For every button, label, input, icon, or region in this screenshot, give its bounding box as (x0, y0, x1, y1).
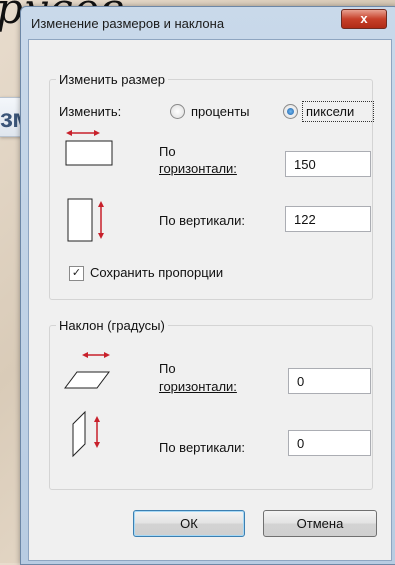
keep-proportions-checkbox[interactable]: ✓ (69, 266, 84, 281)
resize-horizontal-input[interactable]: 150 (285, 151, 371, 177)
skew-vertical-icon (72, 410, 100, 458)
resize-vertical-label: По вертикали: (159, 213, 245, 228)
resize-mode-label: Изменить: (59, 104, 122, 119)
resize-group-legend: Изменить размер (59, 72, 165, 87)
close-button[interactable]: x (341, 9, 387, 29)
resize-horizontal-label-2: горизонтали: (159, 161, 237, 176)
ok-button[interactable]: ОК (133, 510, 245, 537)
skew-vertical-label: По вертикали: (159, 440, 245, 455)
resize-horizontal-icon (65, 130, 113, 166)
radio-pixels[interactable] (283, 104, 298, 119)
dialog-title: Изменение размеров и наклона (31, 16, 225, 31)
keep-proportions-label[interactable]: Сохранить пропорции (90, 265, 223, 280)
close-icon: x (360, 11, 368, 26)
skew-horizontal-label-1: По (159, 361, 176, 376)
skew-horizontal-icon (64, 352, 110, 389)
title-bar[interactable]: Изменение размеров и наклона x (21, 7, 395, 39)
radio-percent-label[interactable]: проценты (191, 104, 250, 119)
resize-horizontal-label-1: По (159, 144, 176, 159)
resize-vertical-input[interactable]: 122 (285, 206, 371, 232)
skew-group: Наклон (градусы) (49, 318, 373, 490)
skew-group-legend: Наклон (градусы) (59, 318, 165, 333)
resize-skew-dialog: Изменение размеров и наклона x Изменить … (20, 6, 395, 565)
cancel-button[interactable]: Отмена (263, 510, 377, 537)
resize-vertical-icon (67, 198, 104, 242)
dialog-client-area: Изменить размер Изменить: проценты пиксе… (28, 39, 392, 561)
skew-vertical-input[interactable]: 0 (288, 430, 371, 456)
skew-horizontal-label-2: горизонтали: (159, 379, 237, 394)
radio-percent[interactable] (170, 104, 185, 119)
skew-horizontal-input[interactable]: 0 (288, 368, 371, 394)
radio-pixels-label[interactable]: пиксели (306, 104, 354, 119)
